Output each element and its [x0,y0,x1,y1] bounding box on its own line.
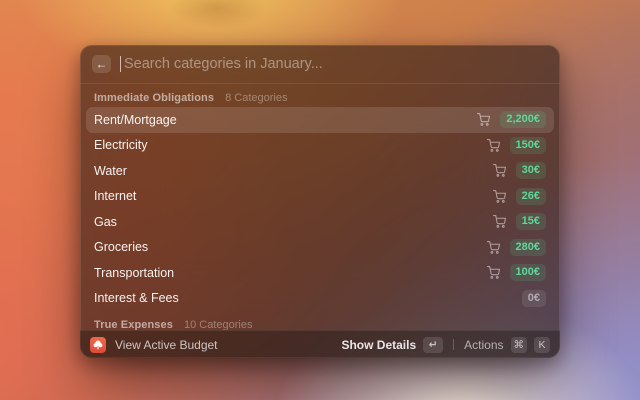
actions-label: Actions [464,337,504,352]
desktop-wallpaper: ← Immediate Obligations 8 Categories Ren… [0,0,640,400]
category-label: Water [94,163,127,178]
amount-badge: 0€ [521,289,546,307]
footer-bar: View Active Budget Show Details ↵ Action… [80,330,560,358]
category-row[interactable]: Rent/Mortgage 2,200€ [86,107,554,133]
shopping-cart-icon [492,164,506,178]
category-row[interactable]: Transportation 100€ [86,260,554,286]
amount-badge: 2,200€ [500,111,546,129]
section-title: True Expenses [94,318,173,331]
category-label: Rent/Mortgage [94,112,177,127]
amount-badge: 30€ [515,162,546,180]
command-palette-window: ← Immediate Obligations 8 Categories Ren… [80,45,560,358]
enter-key-icon: ↵ [423,336,444,353]
section-subtitle: 10 Categories [183,318,253,331]
footer-actions: Show Details ↵ Actions ⌘ K [341,336,550,353]
footer-divider [453,339,455,350]
amount-badge: 100€ [509,264,546,282]
section-header: Immediate Obligations 8 Categories [86,84,554,107]
budget-app-icon [90,336,106,353]
footer-app-label: View Active Budget [115,337,218,352]
command-key-icon: ⌘ [510,336,527,353]
shopping-cart-icon [486,240,500,254]
amount-badge: 26€ [515,187,546,205]
k-key-icon: K [534,336,550,353]
amount-badge: 15€ [515,213,546,231]
category-row[interactable]: Internet 26€ [86,184,554,210]
search-input[interactable] [124,56,548,72]
shopping-cart-icon [486,266,500,280]
category-row[interactable]: Groceries 280€ [86,235,554,261]
shopping-cart-icon [486,138,500,152]
amount-badge: 280€ [509,238,546,256]
category-label: Interest & Fees [94,291,179,306]
shopping-cart-icon [492,189,506,203]
show-details-label: Show Details [341,337,417,352]
category-row[interactable]: Gas 15€ [86,209,554,235]
shopping-cart-icon [477,113,491,127]
text-caret [120,56,121,72]
back-button[interactable]: ← [92,55,111,73]
shopping-cart-icon [492,215,506,229]
category-row[interactable]: Water 30€ [86,158,554,184]
section-header: True Expenses 10 Categories [86,311,554,331]
section-title: Immediate Obligations [94,91,215,104]
category-label: Groceries [94,240,149,255]
section-subtitle: 8 Categories [225,91,288,104]
category-label: Transportation [94,265,175,280]
show-details-button[interactable]: Show Details ↵ [341,336,444,353]
category-row[interactable]: Electricity 150€ [86,133,554,159]
amount-badge: 150€ [509,136,546,154]
actions-button[interactable]: Actions ⌘ K [464,336,550,353]
search-bar: ← [80,45,560,84]
category-list: Immediate Obligations 8 Categories Rent/… [80,84,560,330]
category-row[interactable]: Interest & Fees 0€ [86,286,554,312]
category-label: Gas [94,214,117,229]
category-label: Internet [94,189,137,204]
category-label: Electricity [94,138,148,153]
view-active-budget-button[interactable]: View Active Budget [90,336,218,353]
